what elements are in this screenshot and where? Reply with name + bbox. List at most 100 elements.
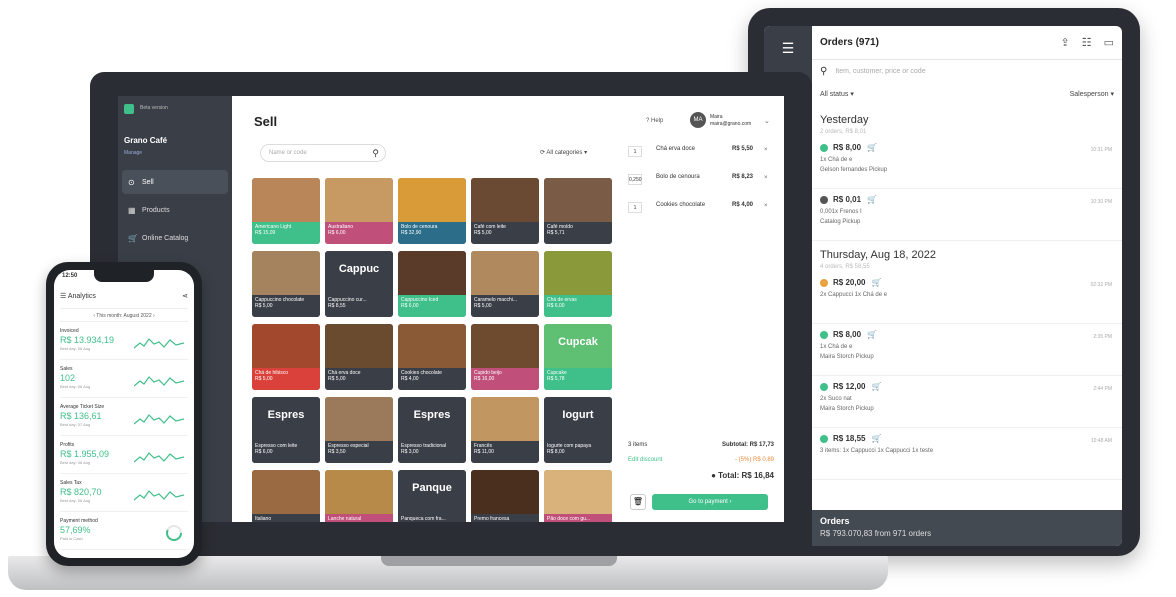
group-summary: 4 orders, R$ 58,55 — [820, 264, 870, 270]
quantity-field[interactable]: 1 — [628, 202, 642, 213]
product-image — [252, 251, 320, 295]
metric-card[interactable]: Average Ticket Size R$ 136,61 Best day: 07… — [60, 402, 188, 436]
product-tile[interactable]: Francês R$ 11,00 — [471, 397, 539, 463]
product-name: Premo francesa — [474, 516, 510, 522]
order-row[interactable]: R$ 8,00 🛒 1x Chá de e Gelson fernandes Pick… — [812, 137, 1122, 189]
cart-summary: 3 items Subtotal: R$ 17,73 Edit discount… — [628, 442, 774, 480]
product-tile[interactable]: Panque Panqueca com fra... — [398, 470, 466, 522]
close-icon[interactable]: × — [764, 147, 768, 153]
close-icon[interactable]: × — [764, 203, 768, 209]
order-row[interactable]: R$ 8,00 🛒 1x Chá de e Maira Storch Pickup 2:… — [812, 324, 1122, 376]
metric-card[interactable]: Sales Tax R$ 820,70 Best day: 06 Aug — [60, 478, 188, 512]
product-caption: Iogurte com papaya R$ 8,00 — [544, 441, 612, 463]
order-meta: Maira Storch Pickup — [820, 406, 874, 412]
product-tile[interactable]: Cupido beijo R$ 16,00 — [471, 324, 539, 390]
product-tile[interactable]: Australiano R$ 6,00 — [325, 178, 393, 244]
product-tile[interactable]: Cappuccino chocolate R$ 5,00 — [252, 251, 320, 317]
status-filter[interactable]: All status ▾ — [820, 90, 854, 98]
sparkline — [134, 376, 184, 387]
product-tile[interactable]: Espresso especial R$ 3,50 — [325, 397, 393, 463]
phone-notch — [94, 270, 154, 282]
nav-icon: ▦ — [128, 205, 136, 215]
order-items: 1x Chá de e — [820, 344, 853, 350]
product-tile[interactable]: Americano Light R$ 15,09 — [252, 178, 320, 244]
trash-icon[interactable]: 🗑 — [630, 494, 646, 510]
product-tile[interactable]: Cappuccino Iced R$ 6,00 — [398, 251, 466, 317]
date-range[interactable]: ‹ This month: August 2022 › — [60, 308, 188, 322]
sidebar-item-products[interactable]: ▦ Products — [122, 198, 228, 222]
avatar[interactable]: MA — [690, 112, 706, 128]
close-icon[interactable]: × — [764, 175, 768, 181]
user-name: Maira — [710, 114, 723, 120]
product-tile[interactable]: Premo francesa — [471, 470, 539, 522]
layout-toggle-icon[interactable]: ▭ — [1104, 36, 1114, 49]
product-tile[interactable]: Café moído R$ 5,71 — [544, 178, 612, 244]
salesperson-filter-label: Salesperson — [1069, 91, 1109, 98]
product-name: Panqueca com fra... — [401, 516, 446, 522]
orders-panel: Orders (971) ⇪ ☷ ▭ ⚲ Item, customer, pri… — [812, 26, 1122, 546]
product-tile[interactable]: Espres Espresso com leite R$ 6,00 — [252, 397, 320, 463]
product-tile[interactable]: Chá de hibisco R$ 5,00 — [252, 324, 320, 390]
product-caption: Americano Light R$ 15,09 — [252, 222, 320, 244]
orders-footer-title: Orders — [820, 516, 850, 526]
product-tile[interactable]: Chá erva doce R$ 5,00 — [325, 324, 393, 390]
share-icon[interactable]: ⋖ — [182, 292, 188, 300]
sidebar-item-online-catalog[interactable]: 🛒 Online Catalog — [122, 226, 228, 250]
metric-card[interactable]: Invoiced R$ 13.934,19 Best day: 06 Aug — [60, 326, 188, 360]
product-tile[interactable]: Chá de ervas R$ 6,00 — [544, 251, 612, 317]
metric-card[interactable]: Sales 102 Best day: 06 Aug — [60, 364, 188, 398]
share-icon[interactable]: ⇪ — [1061, 36, 1070, 49]
cart-item[interactable]: 0,250 Bolo de cenoura R$ 8,23 × — [622, 172, 774, 196]
product-search-input[interactable]: Name or code ⚲ — [260, 144, 386, 162]
product-tile[interactable]: Bolo de cenoura R$ 32,90 — [398, 178, 466, 244]
cart-item[interactable]: 1 Cookies chocolate R$ 4,00 × — [622, 200, 774, 224]
cart-item[interactable]: 1 Chá erva doce R$ 5,50 × — [622, 144, 774, 168]
product-tile[interactable]: Cappuc Cappuccino cur... R$ 8,55 — [325, 251, 393, 317]
store-manage-link[interactable]: Manage — [124, 150, 142, 156]
product-price: R$ 5,00 — [328, 376, 346, 382]
product-abbrev: Cupcak — [558, 336, 598, 348]
chevron-down-icon[interactable]: ⌄ — [764, 117, 770, 125]
order-items: 3 items: 1x Cappucci 1x Cappucci 1x test… — [820, 448, 934, 454]
orders-search[interactable]: ⚲ Item, customer, price or code — [812, 60, 1122, 82]
cart-item-price: R$ 8,23 — [732, 174, 754, 180]
product-tile[interactable]: Pão doce com gu... — [544, 470, 612, 522]
product-image — [544, 178, 612, 222]
discount-value: - (5%) R$ 0,89 — [734, 457, 774, 463]
quantity-field[interactable]: 1 — [628, 146, 642, 157]
order-row[interactable]: R$ 18,55 🛒 3 items: 1x Cappucci 1x Cappucc… — [812, 428, 1122, 480]
product-tile[interactable]: Iogurt Iogurte com papaya R$ 8,00 — [544, 397, 612, 463]
order-amount: R$ 12,00 — [833, 382, 866, 391]
product-image — [325, 470, 393, 514]
order-items: 2x Cappucci 1x Chá de e — [820, 292, 888, 298]
category-filter[interactable]: ⟳ All categories ▾ — [540, 149, 587, 156]
go-to-payment-button[interactable]: Go to payment › — [652, 494, 768, 510]
product-price: R$ 16,00 — [474, 376, 495, 382]
salesperson-filter[interactable]: Salesperson ▾ — [1070, 90, 1114, 98]
sidebar-item-sell[interactable]: ⊙ Sell — [122, 170, 228, 194]
metric-card[interactable]: Profits R$ 1.955,09 Best day: 06 Aug — [60, 440, 188, 474]
edit-discount-link[interactable]: Edit discount — [628, 457, 662, 463]
order-amount-row: R$ 18,55 🛒 — [820, 434, 1114, 443]
product-tile[interactable]: Café com leite R$ 5,00 — [471, 178, 539, 244]
subtotal: Subtotal: R$ 17,73 — [721, 442, 774, 448]
analytics-menu[interactable]: ☰ Analytics — [60, 292, 96, 300]
product-tile[interactable]: Lanche natural — [325, 470, 393, 522]
product-caption: Espresso tradicional R$ 3,00 — [398, 441, 466, 463]
quantity-field[interactable]: 0,250 — [628, 174, 642, 185]
order-row[interactable]: R$ 20,00 🛒 2x Cappucci 1x Chá de e 02:32 PM — [812, 272, 1122, 324]
product-price: R$ 8,00 — [547, 449, 565, 455]
order-amount: R$ 20,00 — [833, 278, 866, 287]
product-tile[interactable]: Cupcak Cupcake R$ 5,78 — [544, 324, 612, 390]
order-row[interactable]: R$ 0,01 🛒 0,001x Frenos I Catalog Pickup 10:… — [812, 189, 1122, 241]
metric-card[interactable]: Payment method 57,69% Paid in Cash — [60, 516, 188, 550]
hamburger-menu-icon[interactable]: ☰ — [777, 40, 799, 56]
product-tile[interactable]: Caramelo macchi... R$ 5,00 — [471, 251, 539, 317]
product-tile[interactable]: Espres Espresso tradicional R$ 3,00 — [398, 397, 466, 463]
product-tile[interactable]: Italiano — [252, 470, 320, 522]
help-button[interactable]: ? Help — [646, 118, 663, 124]
order-row[interactable]: R$ 12,00 🛒 2x Suco nat Maira Storch Pickup 2… — [812, 376, 1122, 428]
product-abbrev: Espres — [267, 409, 305, 421]
product-tile[interactable]: Cookies chocolate R$ 4,00 — [398, 324, 466, 390]
filter-sliders-icon[interactable]: ☷ — [1082, 36, 1092, 49]
